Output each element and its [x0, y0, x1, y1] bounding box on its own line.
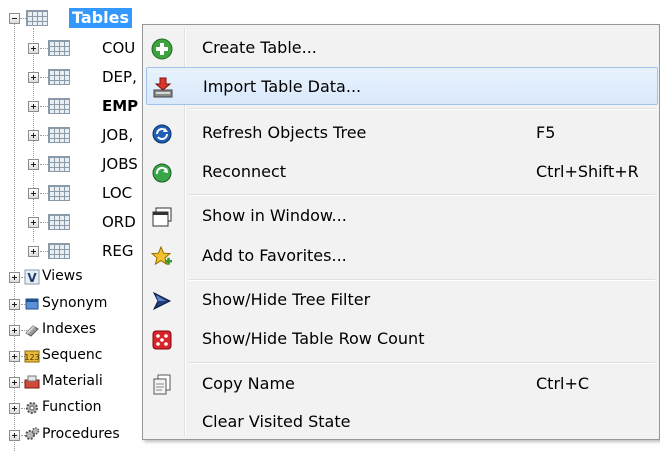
expand-icon[interactable]: [28, 159, 39, 170]
expand-icon[interactable]: [28, 246, 39, 257]
menu-item-show-in-window[interactable]: Show in Window...: [146, 197, 658, 235]
table-icon: [48, 156, 70, 172]
table-node-label[interactable]: JOB,: [102, 125, 133, 145]
row-count-dice-icon: [151, 329, 173, 351]
sequences-label[interactable]: Sequenc: [42, 345, 102, 365]
menu-item-label: Show/Hide Tree Filter: [202, 290, 371, 309]
refresh-icon: [151, 123, 173, 145]
tree-filter-icon: [151, 290, 173, 312]
expand-icon[interactable]: [28, 130, 39, 141]
expand-icon[interactable]: [28, 43, 39, 54]
expand-icon[interactable]: [9, 325, 20, 336]
tables-label[interactable]: Tables: [69, 8, 132, 28]
sequences-icon: 123: [24, 348, 40, 364]
tree-connector: [40, 222, 48, 223]
menu-separator: [189, 194, 655, 196]
menu-item-shortcut: Ctrl+C: [536, 374, 590, 393]
favorites-star-icon: [150, 245, 173, 268]
expand-icon[interactable]: [9, 403, 20, 414]
table-node-label[interactable]: EMP: [102, 96, 138, 116]
menu-item-label: Add to Favorites...: [202, 246, 347, 265]
tree-connector: [40, 77, 48, 78]
table-icon: [48, 127, 70, 143]
expand-icon[interactable]: [9, 430, 20, 441]
menu-item-show-hide-tree-filter[interactable]: Show/Hide Tree Filter: [146, 281, 658, 319]
menu-item-label: Copy Name: [202, 374, 295, 393]
table-folder-icon: [26, 10, 48, 26]
table-node-label[interactable]: DEP,: [102, 67, 137, 87]
views-label[interactable]: Views: [42, 266, 83, 286]
synonyms-icon: [24, 296, 40, 312]
views-icon: V: [24, 269, 40, 285]
menu-item-label: Show/Hide Table Row Count: [202, 329, 425, 348]
svg-text:V: V: [27, 271, 37, 285]
table-icon: [48, 243, 70, 259]
menu-separator: [189, 362, 655, 364]
menu-item-refresh-objects-tree[interactable]: Refresh Objects Tree F5: [146, 114, 658, 152]
tree-connector: [40, 135, 48, 136]
table-icon: [48, 98, 70, 114]
table-node-label[interactable]: LOC: [102, 183, 132, 203]
materialized-views-icon: [24, 374, 40, 390]
materialized-views-label[interactable]: Materiali: [42, 371, 103, 391]
expand-icon[interactable]: [9, 351, 20, 362]
import-table-data-icon: [152, 77, 174, 99]
menu-item-add-to-favorites[interactable]: Add to Favorites...: [146, 237, 658, 275]
expand-icon[interactable]: [28, 101, 39, 112]
table-icon: [48, 185, 70, 201]
functions-icon: [24, 400, 40, 416]
menu-separator: [189, 108, 655, 110]
menu-item-reconnect[interactable]: Reconnect Ctrl+Shift+R: [146, 153, 658, 191]
create-table-icon: [151, 38, 173, 60]
table-icon: [48, 214, 70, 230]
tree-connector: [40, 164, 48, 165]
table-icon: [48, 40, 70, 56]
indexes-label[interactable]: Indexes: [42, 319, 96, 339]
table-icon: [48, 69, 70, 85]
menu-item-import-table-data[interactable]: Import Table Data...: [146, 67, 658, 105]
menu-item-clear-visited-state[interactable]: Clear Visited State: [146, 403, 658, 441]
menu-item-shortcut: Ctrl+Shift+R: [536, 162, 639, 181]
menu-item-label: Show in Window...: [202, 206, 347, 225]
menu-item-label: Refresh Objects Tree: [202, 123, 367, 142]
tree-connector: [40, 251, 48, 252]
synonyms-label[interactable]: Synonym: [42, 293, 107, 313]
menu-item-shortcut: F5: [536, 123, 556, 142]
table-node-label[interactable]: COU: [102, 38, 135, 58]
tree-connector: [40, 193, 48, 194]
svg-text:123: 123: [24, 353, 39, 362]
tree-connector: [40, 48, 48, 49]
expand-icon[interactable]: [28, 188, 39, 199]
tree-connector: [40, 106, 48, 107]
indexes-icon: [24, 322, 40, 338]
window-icon: [151, 206, 173, 228]
menu-item-create-table[interactable]: Create Table...: [146, 29, 658, 67]
functions-label[interactable]: Function: [42, 397, 102, 417]
procedures-label[interactable]: Procedures: [42, 424, 120, 444]
expand-icon[interactable]: [9, 299, 20, 310]
table-node-label[interactable]: ORD: [102, 212, 136, 232]
copy-name-icon: [151, 374, 173, 396]
procedures-icon: [24, 426, 40, 442]
table-node-label[interactable]: JOBS: [102, 154, 138, 174]
table-node-label[interactable]: REG: [102, 241, 134, 261]
reconnect-icon: [151, 162, 173, 184]
expand-icon[interactable]: [9, 377, 20, 388]
expand-icon[interactable]: [28, 217, 39, 228]
menu-item-label: Create Table...: [202, 38, 317, 57]
menu-item-copy-name[interactable]: Copy Name Ctrl+C: [146, 365, 658, 403]
expand-icon[interactable]: [28, 72, 39, 83]
context-menu: Create Table... Import Table Data... Ref…: [142, 24, 660, 440]
menu-item-label: Clear Visited State: [202, 412, 351, 431]
expand-icon[interactable]: [9, 272, 20, 283]
menu-item-label: Reconnect: [202, 162, 287, 181]
menu-item-show-hide-table-row-count[interactable]: Show/Hide Table Row Count: [146, 320, 658, 358]
menu-item-label: Import Table Data...: [203, 77, 362, 96]
collapse-icon[interactable]: [9, 13, 20, 24]
